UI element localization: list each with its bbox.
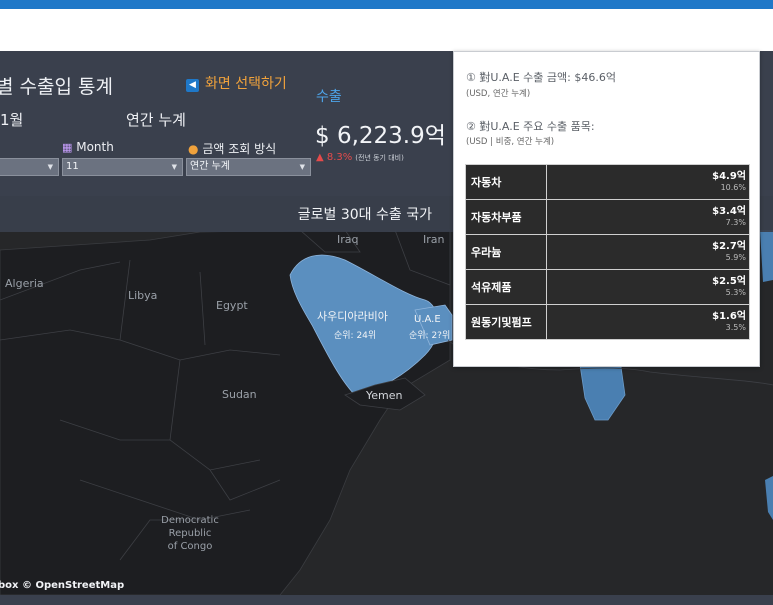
month-filter-label: ▦ Month xyxy=(62,140,114,154)
map-label-iran: Iran xyxy=(423,233,445,246)
top-accent-bar xyxy=(0,0,773,9)
map-label-libya: Libya xyxy=(128,289,158,302)
map-label-saudi-rank: 순위: 24위 xyxy=(334,331,377,341)
country-tooltip: ① 對U.A.E 수출 금액: $46.6억 (USD, 연간 누계) ② 對U… xyxy=(453,51,760,367)
map-label-algeria: Algeria xyxy=(5,277,44,290)
table-row: 우라늄 $2.7억 5.9% xyxy=(465,234,750,270)
item-value: $1.6억 xyxy=(712,311,746,322)
dropdown-arrow-icon: ▼ xyxy=(47,163,53,171)
item-value-cell: $3.4억 7.3% xyxy=(546,199,750,235)
tooltip-export-amount: ① 對U.A.E 수출 금액: $46.6억 xyxy=(466,71,616,84)
item-share: 7.3% xyxy=(725,218,746,227)
item-value: $2.5억 xyxy=(712,276,746,287)
tooltip-items-unit: (USD | 비중, 연간 누계) xyxy=(466,137,555,147)
map-attribution[interactable]: box © OpenStreetMap xyxy=(0,580,124,591)
export-change-value: ▲ 8.3% xyxy=(316,152,353,163)
item-value-cell: $1.6억 3.5% xyxy=(546,304,750,340)
money-bag-icon: ● xyxy=(188,142,199,156)
export-label: 수출 xyxy=(316,89,342,105)
map-title: 글로벌 30대 수출 국가 xyxy=(297,207,432,223)
item-share: 5.9% xyxy=(725,253,746,262)
item-value-cell: $2.5억 5.3% xyxy=(546,269,750,305)
item-name: 자동차 xyxy=(465,164,547,200)
item-value: $2.7억 xyxy=(712,241,746,252)
item-value: $3.4억 xyxy=(712,206,746,217)
tooltip-export-unit: (USD, 연간 누계) xyxy=(466,89,531,99)
dropdown-arrow-icon: ▼ xyxy=(299,163,305,171)
table-row: 원동기및펌프 $1.6억 3.5% xyxy=(465,304,750,340)
selected-month-label: 1월 xyxy=(0,111,24,129)
dropdown-arrow-icon: ▼ xyxy=(171,163,177,171)
item-value-cell: $4.9억 10.6% xyxy=(546,164,750,200)
map-label-drc: Democratic Republic of Congo xyxy=(161,515,219,552)
map-label-iraq: Iraq xyxy=(337,233,359,246)
page-title: 별 수출입 통계 xyxy=(0,76,113,98)
map-label-yemen: Yemen xyxy=(366,389,403,402)
cumulative-label: 연간 누계 xyxy=(126,111,186,129)
amount-mode-label: ● 금액 조회 방식 xyxy=(188,142,277,156)
table-row: 자동차부품 $3.4억 7.3% xyxy=(465,199,750,235)
item-name: 우라늄 xyxy=(465,234,547,270)
item-name: 석유제품 xyxy=(465,269,547,305)
amount-mode-select[interactable]: 연간 누계 ▼ xyxy=(186,158,311,176)
map-label-sudan: Sudan xyxy=(222,388,257,401)
month-select-value: 11 xyxy=(66,161,79,172)
month-select[interactable]: 11 ▼ xyxy=(62,158,183,176)
amount-mode-value: 연간 누계 xyxy=(190,161,230,172)
top-white-band xyxy=(0,9,773,51)
item-name: 원동기및펌프 xyxy=(465,304,547,340)
item-name: 자동차부품 xyxy=(465,199,547,235)
left-arrow-icon: ◀ xyxy=(186,79,199,92)
map-label-uae-rank: 순위: 2?위 xyxy=(409,331,451,341)
item-value-cell: $2.7억 5.9% xyxy=(546,234,750,270)
export-items-table: 자동차 $4.9억 10.6% 자동차부품 $3.4억 7.3% 우라늄 $2.7억 5.9% 석… xyxy=(465,164,750,340)
export-change-note: (전년 동기 대비) xyxy=(355,154,404,162)
map-label-saudi: 사우디아라비아 xyxy=(317,310,388,323)
table-row: 석유제품 $2.5억 5.3% xyxy=(465,269,750,305)
item-share: 3.5% xyxy=(725,323,746,332)
map-label-uae: U.A.E xyxy=(414,314,441,325)
calendar-icon: ▦ xyxy=(62,141,73,154)
item-share: 10.6% xyxy=(720,183,746,192)
screen-select-button[interactable]: ◀ 화면 선택하기 xyxy=(186,73,287,93)
export-amount: $ 6,223.9억 xyxy=(315,123,446,149)
item-share: 5.3% xyxy=(725,288,746,297)
screen-select-label: 화면 선택하기 xyxy=(205,76,287,92)
year-select[interactable]: ▼ xyxy=(0,158,59,176)
table-row: 자동차 $4.9억 10.6% xyxy=(465,164,750,200)
item-value: $4.9억 xyxy=(712,171,746,182)
map-label-egypt: Egypt xyxy=(216,299,248,312)
bottom-bar xyxy=(0,595,773,605)
tooltip-items-title: ② 對U.A.E 주요 수출 품목: xyxy=(466,120,595,133)
export-change: ▲ 8.3% (전년 동기 대비) xyxy=(316,152,404,163)
